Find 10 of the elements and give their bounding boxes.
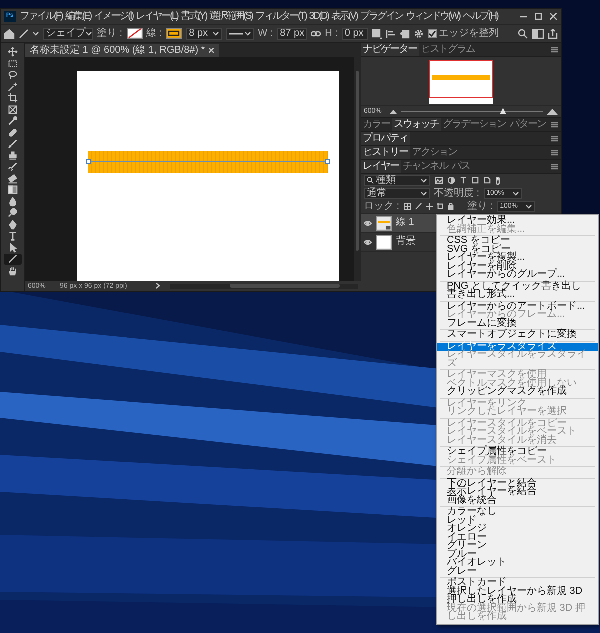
width-label: W : bbox=[258, 28, 274, 40]
stroke-label: 線 : bbox=[146, 28, 162, 40]
opacity-label: 不透明度 : bbox=[434, 188, 480, 200]
layer-name: 背景 bbox=[396, 236, 416, 248]
fill-label: 塗り : bbox=[468, 200, 494, 212]
height-label: H : bbox=[325, 28, 338, 40]
layer-name: 線 1 bbox=[396, 217, 414, 229]
lock-label: ロック : bbox=[364, 200, 400, 212]
align-edges-label: エッジを整列 bbox=[438, 28, 499, 40]
fill-label: 塗り : bbox=[97, 28, 123, 40]
